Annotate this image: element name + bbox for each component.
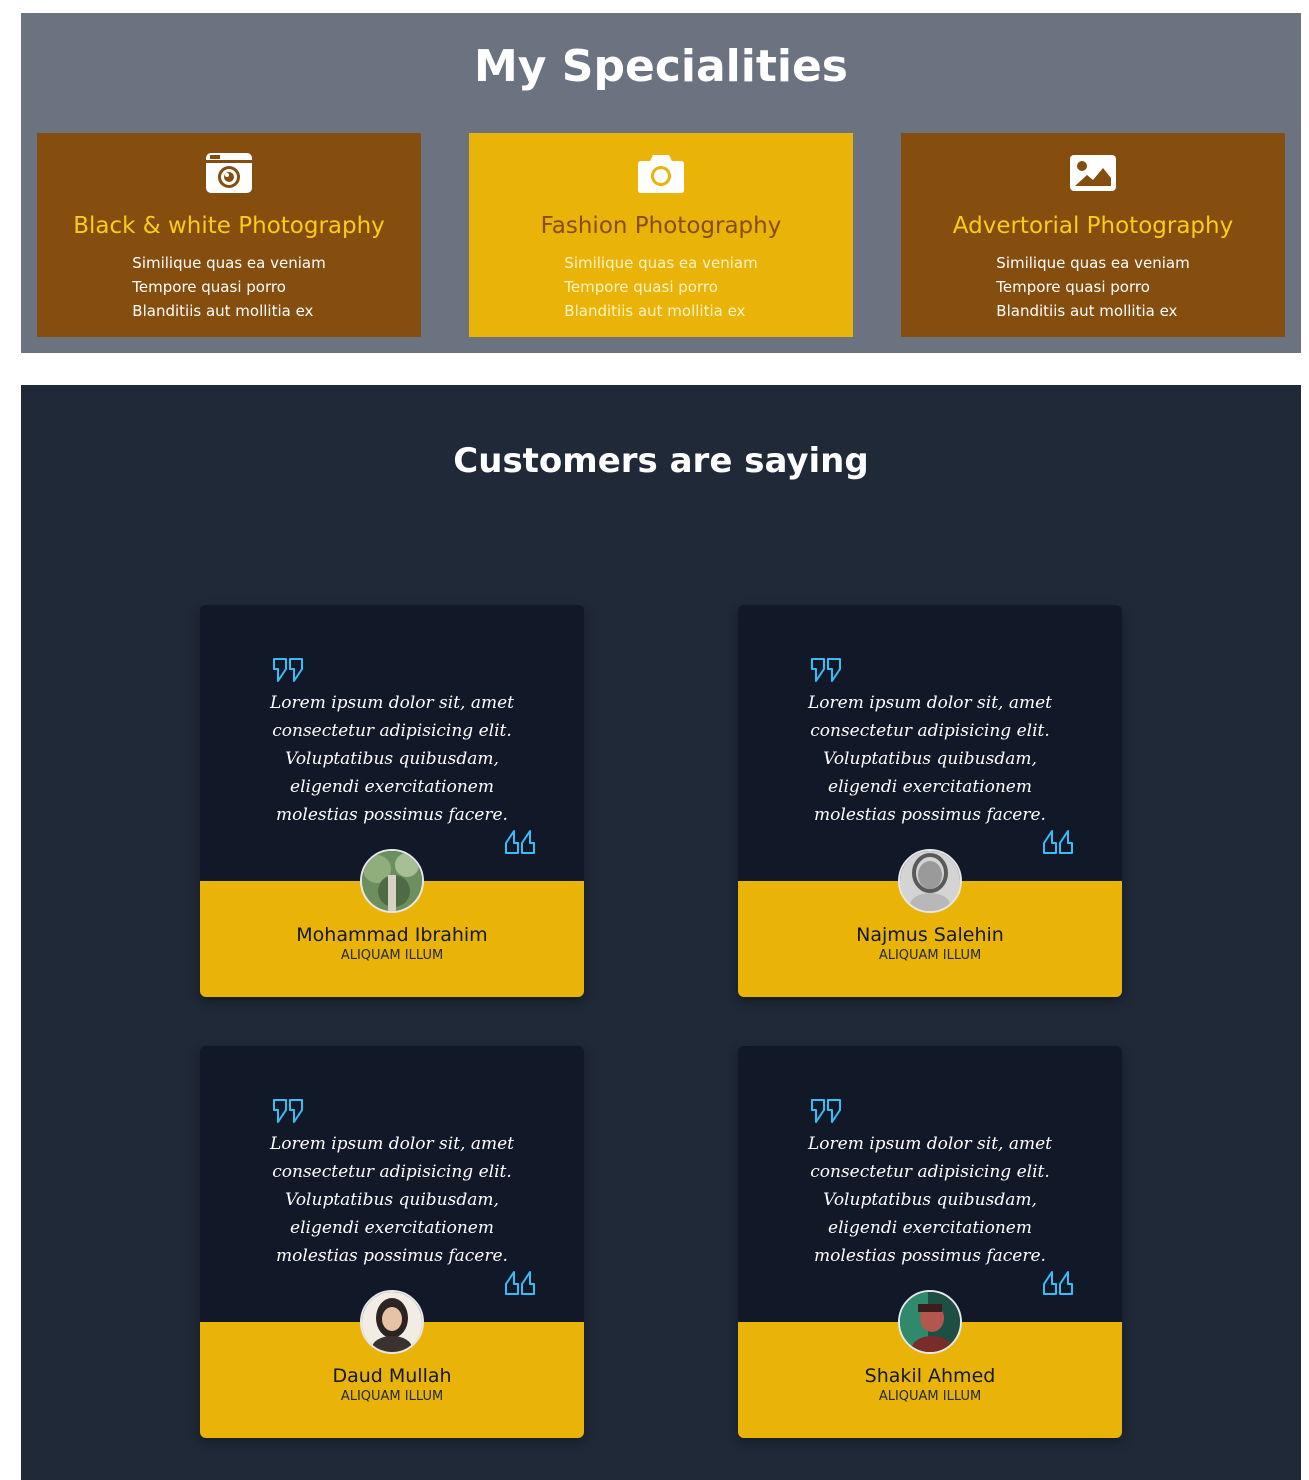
testimonial-quote: Lorem ipsum dolor sit, amet consectetur … [269,1134,515,1266]
quote-open-icon [811,658,841,682]
testimonial-name: Daud Mullah [332,1365,452,1387]
speciality-description: Similique quas ea veniam Tempore quasi p… [37,251,421,323]
speciality-title: Advertorial Photography [952,213,1234,239]
quote-close-icon [1043,1271,1073,1295]
testimonial-quote: Lorem ipsum dolor sit, amet consectetur … [269,693,515,825]
speciality-card-advertorial: Advertorial Photography Similique quas e… [901,133,1285,337]
speciality-line: Tempore quasi porro [564,278,718,296]
testimonial-role: ALIQUAM ILLUM [878,1389,982,1404]
testimonial-name: Najmus Salehin [856,924,1004,946]
speciality-description: Similique quas ea veniam Tempore quasi p… [901,251,1285,323]
quote-open-icon [273,1099,303,1123]
speciality-title: Fashion Photography [540,213,782,239]
specialities-title: My Specialities [474,41,848,92]
speciality-card-black-white: Black & white Photography Similique quas… [37,133,421,337]
testimonial-card: Lorem ipsum dolor sit, amet consectetur … [738,1046,1122,1438]
testimonials-title: Customers are saying [453,441,869,481]
quote-open-icon [273,658,303,682]
testimonial-quote: Lorem ipsum dolor sit, amet consectetur … [807,1134,1053,1266]
camera-icon [638,155,684,193]
speciality-line: Blanditiis aut mollitia ex [564,302,746,320]
avatar [360,849,424,913]
speciality-line: Tempore quasi porro [996,278,1150,296]
speciality-card-fashion: Fashion Photography Similique quas ea ve… [469,133,853,337]
quote-close-icon [1043,830,1073,854]
quote-close-icon [505,1271,535,1295]
specialities-section: My Specialities Black & white Photograph… [21,13,1301,353]
testimonials-section: Customers are saying Lorem ipsum dolor s… [21,385,1301,1480]
testimonial-role: ALIQUAM ILLUM [340,948,444,963]
avatar [898,1290,962,1354]
speciality-description: Similique quas ea veniam Tempore quasi p… [469,251,853,323]
testimonial-quote: Lorem ipsum dolor sit, amet consectetur … [807,693,1053,825]
speciality-line: Similique quas ea veniam [996,254,1190,272]
quote-close-icon [505,830,535,854]
image-icon [1070,155,1116,191]
testimonial-card: Lorem ipsum dolor sit, amet consectetur … [738,605,1122,997]
testimonial-role: ALIQUAM ILLUM [878,948,982,963]
testimonial-role: ALIQUAM ILLUM [340,1389,444,1404]
testimonial-card: Lorem ipsum dolor sit, amet consectetur … [200,605,584,997]
testimonial-name: Mohammad Ibrahim [296,924,488,946]
testimonial-name: Shakil Ahmed [864,1365,996,1387]
speciality-title: Black & white Photography [73,213,385,239]
testimonial-card: Lorem ipsum dolor sit, amet consectetur … [200,1046,584,1438]
quote-open-icon [811,1099,841,1123]
speciality-line: Tempore quasi porro [132,278,286,296]
avatar [360,1290,424,1354]
speciality-line: Blanditiis aut mollitia ex [132,302,314,320]
speciality-line: Similique quas ea veniam [564,254,758,272]
speciality-line: Blanditiis aut mollitia ex [996,302,1178,320]
avatar [898,849,962,913]
camera-retro-icon [206,153,252,193]
speciality-line: Similique quas ea veniam [132,254,326,272]
